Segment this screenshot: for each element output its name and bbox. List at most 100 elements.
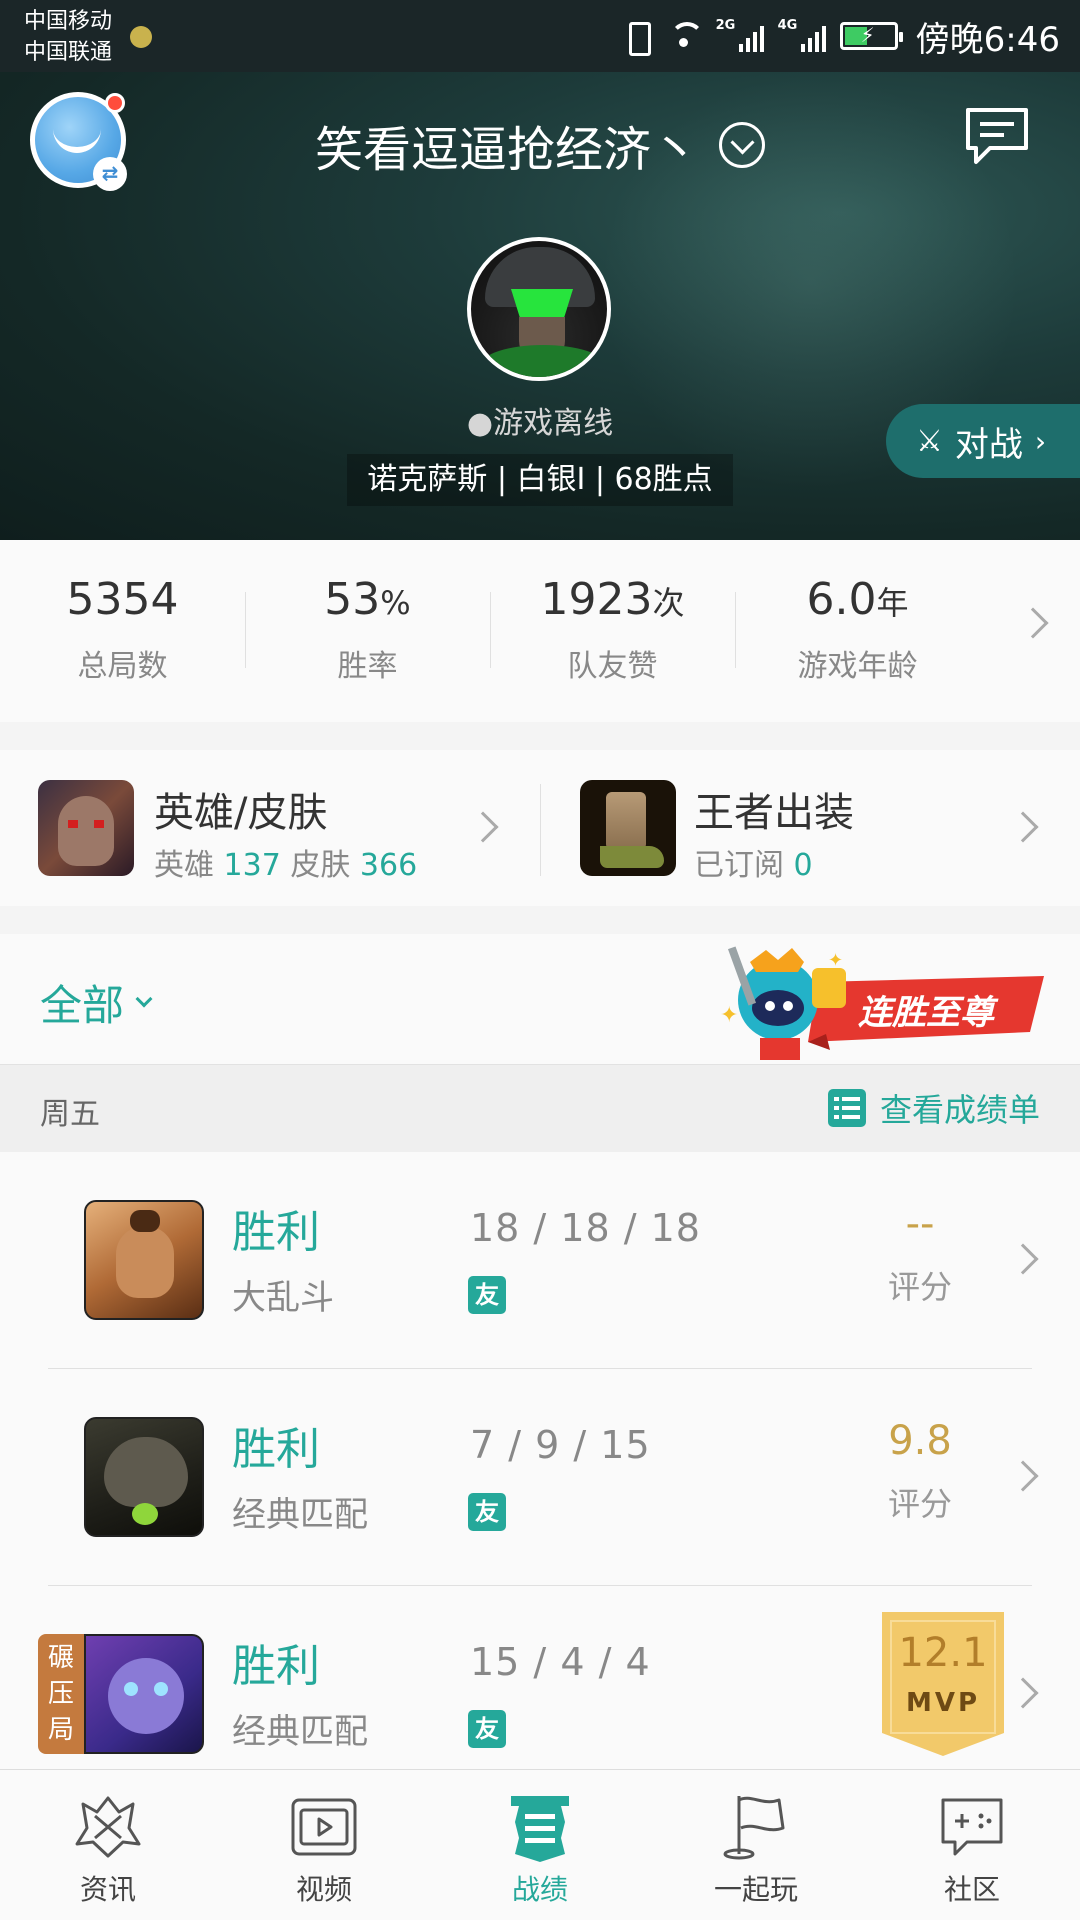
notification-dot-icon [130, 26, 152, 48]
match-score: 9.8 评分 [860, 1413, 980, 1525]
match-row[interactable]: 胜利 大乱斗 18 / 18 / 18 友 -- 评分 [0, 1152, 1080, 1369]
match-mode: 大乱斗 [232, 1278, 334, 1318]
view-report-link[interactable]: 查看成绩单 [827, 1085, 1040, 1131]
chevron-right-icon [467, 811, 499, 843]
chevron-right-icon[interactable] [1017, 607, 1049, 639]
win-streak-badge[interactable]: 连胜至尊 ✦ ✦ [708, 938, 1044, 1062]
chevron-right-icon: › [1034, 424, 1047, 458]
stats-row[interactable]: 5354 总局数 53% 胜率 1923次 队友赞 6.0年 游戏年龄 [0, 540, 1080, 722]
filter-bar: 全部 连胜至尊 ✦ ✦ [0, 934, 1080, 1064]
match-kda: 18 / 18 / 18 [470, 1206, 701, 1250]
champion-portrait [84, 1417, 204, 1537]
streak-badge-text: 连胜至尊 [858, 993, 999, 1033]
list-icon [827, 1089, 866, 1127]
match-row[interactable]: 碾压局 胜利 经典匹配 15 / 4 / 4 友 12.1 MVP [0, 1586, 1080, 1769]
heroes-skins-title: 英雄/皮肤 [154, 790, 328, 836]
filter-label: 全部 [40, 981, 125, 1030]
main-hero-portrait [467, 237, 611, 381]
nav-community[interactable]: 社区 [864, 1770, 1080, 1920]
nav-video[interactable]: 视频 [216, 1770, 432, 1920]
clock: 傍晚6:46 [915, 19, 1060, 60]
nav-news[interactable]: 资讯 [0, 1770, 216, 1920]
chevron-right-icon [1007, 1243, 1039, 1275]
username: 笑看逗逼抢经济丶 [314, 122, 699, 178]
friend-tag-icon: 友 [468, 1276, 506, 1314]
svg-text:✦: ✦ [828, 950, 843, 971]
score-label: 评分 [887, 1485, 952, 1523]
match-kda: 7 / 9 / 15 [470, 1423, 651, 1467]
match-result: 胜利 [232, 1424, 320, 1475]
crossed-swords-icon: ⚔ [916, 423, 943, 459]
heroes-skins-counts: 英雄 137 皮肤 366 [154, 848, 418, 883]
mvp-badge: 12.1 MVP [882, 1612, 1004, 1756]
day-label: 周五 [40, 1097, 100, 1132]
carrier-info: 中国移动 中国联通 [24, 6, 112, 68]
score-label: 评分 [887, 1268, 952, 1306]
view-report-label: 查看成绩单 [879, 1091, 1040, 1129]
battery-icon: ⚡ [839, 22, 903, 50]
champion-portrait [84, 1200, 204, 1320]
svg-text:✦: ✦ [720, 1003, 738, 1028]
flag-icon [723, 1796, 785, 1860]
nav-play-together[interactable]: 一起玩 [648, 1770, 864, 1920]
match-result: 胜利 [232, 1207, 320, 1258]
nav-play-together-label: 一起玩 [713, 1873, 798, 1906]
status-icons: 2G 4G ⚡ 傍晚6:46 [622, 14, 1060, 60]
match-kda: 15 / 4 / 4 [470, 1640, 651, 1684]
stat-game-age: 6.0年 游戏年龄 [735, 540, 980, 722]
chevron-down-circle-icon[interactable] [719, 122, 765, 168]
vibrate-icon [622, 18, 652, 56]
heroes-skins-card[interactable]: 英雄/皮肤 英雄 137 皮肤 366 [0, 750, 540, 906]
news-icon [75, 1796, 141, 1858]
signal-icon: 2G [716, 18, 764, 54]
nav-news-label: 资讯 [79, 1873, 136, 1906]
nav-records-label: 战绩 [511, 1873, 568, 1906]
network-type-2: 4G [777, 18, 798, 33]
chevron-down-icon [135, 990, 153, 1007]
stat-win-rate: 53% 胜率 [245, 540, 490, 722]
mode-filter-dropdown[interactable]: 全部 [40, 972, 153, 1033]
mvp-score: 12.1 [898, 1630, 988, 1676]
equipment-title: 王者出装 [694, 790, 854, 836]
nav-video-label: 视频 [295, 1873, 352, 1906]
stat-teammate-likes: 1923次 队友赞 [490, 540, 735, 722]
community-icon [941, 1798, 1003, 1856]
champion-portrait [84, 1634, 204, 1754]
fight-button-label: 对战 [954, 424, 1023, 465]
equipment-card[interactable]: 王者出装 已订阅 0 [540, 750, 1080, 906]
record-icon [511, 1796, 569, 1862]
hero-thumbnail [38, 780, 134, 876]
carrier-1: 中国移动 [24, 9, 113, 34]
match-list: 胜利 大乱斗 18 / 18 / 18 友 -- 评分 胜利 经典匹配 7 / … [0, 1152, 1080, 1769]
match-mode: 经典匹配 [232, 1495, 368, 1535]
network-type-1: 2G [715, 18, 736, 33]
profile-header: ⇄ 笑看逗逼抢经济丶 ●游戏离线 诺克萨斯 | 白银I | 68胜点 ⚔ 对战 … [0, 72, 1080, 540]
equipment-subscribed: 已订阅 0 [694, 848, 813, 883]
message-icon[interactable] [964, 106, 1030, 168]
match-score: -- 评分 [860, 1196, 980, 1308]
match-mode: 经典匹配 [232, 1712, 368, 1752]
boots-thumbnail [580, 780, 676, 876]
crush-game-tag: 碾压局 [38, 1634, 84, 1754]
carrier-2: 中国联通 [24, 40, 113, 65]
match-row[interactable]: 胜利 经典匹配 7 / 9 / 15 友 9.8 评分 [0, 1369, 1080, 1586]
video-icon [291, 1798, 357, 1856]
chevron-right-icon [1007, 1460, 1039, 1492]
friend-tag-icon: 友 [468, 1493, 506, 1531]
match-result: 胜利 [232, 1641, 320, 1692]
friend-tag-icon: 友 [468, 1710, 506, 1748]
score-value: -- [905, 1201, 935, 1247]
stat-total-games: 5354 总局数 [66, 574, 179, 684]
nav-community-label: 社区 [943, 1873, 1000, 1906]
signal-icon: 4G [778, 18, 826, 54]
feature-cards: 英雄/皮肤 英雄 137 皮肤 366 王者出装 已订阅 0 [0, 750, 1080, 906]
chevron-right-icon [1007, 1677, 1039, 1709]
chevron-right-icon [1007, 811, 1039, 843]
bottom-nav: 资讯 视频 战绩 一起玩 社区 [0, 1769, 1080, 1920]
username-row[interactable]: 笑看逗逼抢经济丶 [0, 110, 1080, 180]
fight-button[interactable]: ⚔ 对战 › [886, 404, 1080, 478]
score-value: 9.8 [888, 1418, 952, 1464]
nav-records[interactable]: 战绩 [432, 1770, 648, 1920]
status-bar: 中国移动 中国联通 2G 4G ⚡ 傍晚6:46 [0, 0, 1080, 72]
mvp-label: MVP [905, 1688, 981, 1718]
